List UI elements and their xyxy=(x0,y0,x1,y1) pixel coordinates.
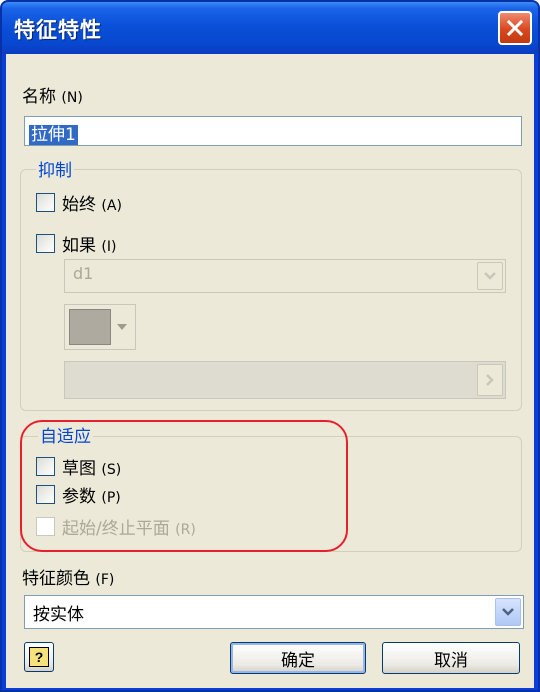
always-label-accel: (A) xyxy=(101,198,122,214)
feature-color-label-text: 特征颜色 xyxy=(22,569,90,589)
name-label-accel: (N) xyxy=(61,90,83,106)
feature-color-combo[interactable]: 按实体 xyxy=(24,595,524,629)
cancel-button-label: 取消 xyxy=(434,650,468,671)
chevron-down-icon xyxy=(502,608,514,616)
ok-button-label: 确定 xyxy=(281,650,315,671)
adaptive-highlight-outline xyxy=(20,420,348,552)
name-label: 名称 (N) xyxy=(22,82,83,107)
operator-swatch xyxy=(69,309,111,345)
help-question-icon: ? xyxy=(29,647,49,667)
value-slider[interactable] xyxy=(64,361,506,399)
chevron-down-icon xyxy=(484,272,496,280)
feature-properties-dialog: 特征特性 名称 (N) 拉伸1 抑制 始终 (A) 如果 (I) d1 自适应 … xyxy=(0,0,540,692)
close-button[interactable] xyxy=(498,11,532,45)
dialog-client-area: 名称 (N) 拉伸1 抑制 始终 (A) 如果 (I) d1 自适应 草图 (S… xyxy=(6,54,534,688)
caret-down-icon xyxy=(117,324,127,330)
parameter-combo-dropdown[interactable] xyxy=(477,262,503,290)
feature-color-dropdown[interactable] xyxy=(495,598,521,626)
ok-button[interactable]: 确定 xyxy=(230,642,366,674)
name-input-value: 拉伸1 xyxy=(29,125,78,145)
feature-color-value: 按实体 xyxy=(33,605,84,625)
help-button[interactable]: ? xyxy=(24,642,54,672)
title-bar[interactable]: 特征特性 xyxy=(2,2,538,54)
operator-dropdown[interactable] xyxy=(112,309,132,345)
suppress-group-title: 抑制 xyxy=(36,156,74,181)
feature-color-label-accel: (F) xyxy=(95,572,115,588)
slider-right-button[interactable] xyxy=(477,364,503,396)
if-label[interactable]: 如果 (I) xyxy=(62,231,116,256)
always-checkbox[interactable] xyxy=(36,193,55,212)
parameter-combo-value: d1 xyxy=(73,264,94,283)
cancel-button[interactable]: 取消 xyxy=(382,642,520,674)
help-glyph: ? xyxy=(34,649,44,665)
operator-picker[interactable] xyxy=(64,304,136,350)
name-input[interactable]: 拉伸1 xyxy=(24,116,522,146)
always-label-text: 始终 xyxy=(62,195,96,215)
feature-color-label: 特征颜色 (F) xyxy=(22,564,114,589)
always-label[interactable]: 始终 (A) xyxy=(62,190,122,215)
close-x-icon xyxy=(506,19,524,37)
name-label-text: 名称 xyxy=(22,87,56,107)
chevron-right-icon xyxy=(486,374,494,386)
if-label-text: 如果 xyxy=(62,236,96,256)
dialog-title: 特征特性 xyxy=(14,18,102,42)
if-label-accel: (I) xyxy=(101,239,117,255)
if-checkbox[interactable] xyxy=(36,234,55,253)
parameter-combo[interactable]: d1 xyxy=(64,259,506,293)
